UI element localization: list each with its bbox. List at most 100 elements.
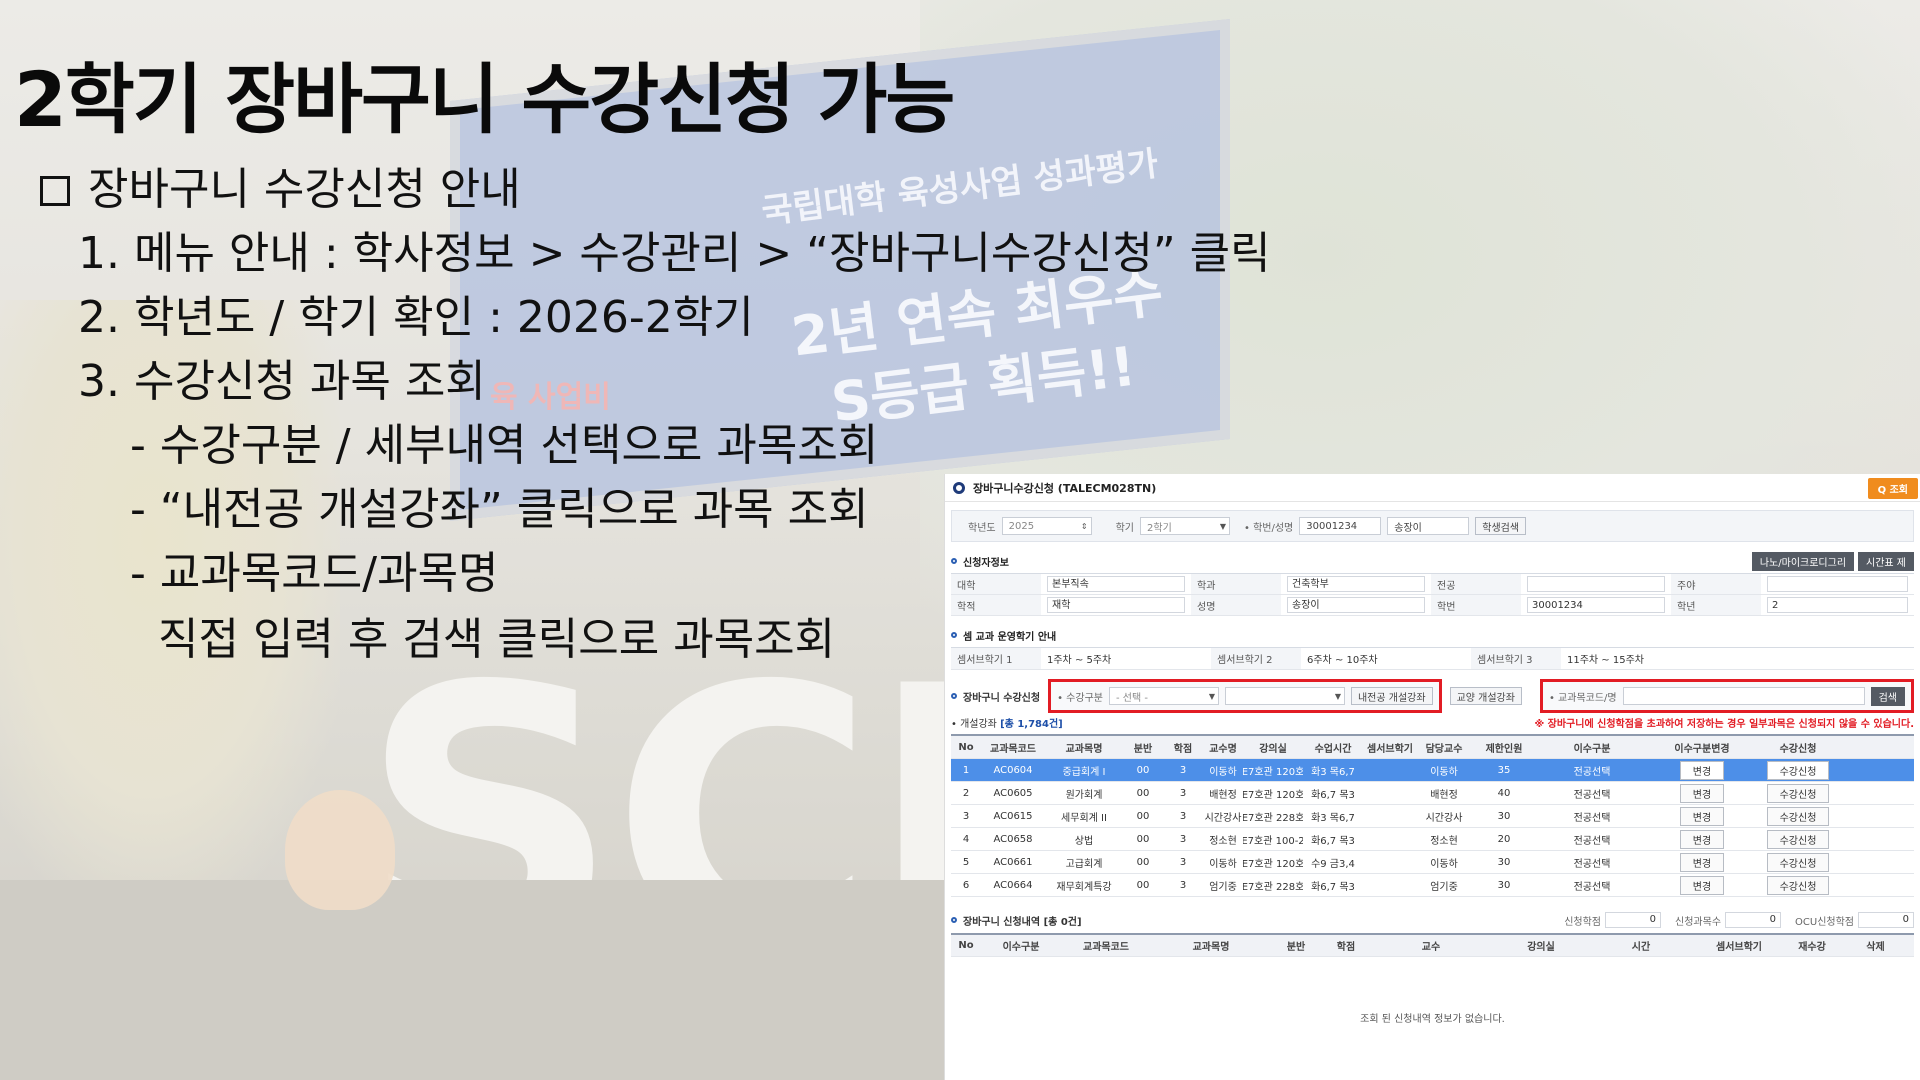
cart-summary-bar: 장바구니 신청내역 [총 0건] 신청학점 0 신청과목수 0 OCU신청학점 … (951, 909, 1914, 931)
change-category-button[interactable]: 변경 (1679, 852, 1725, 872)
col-header: 셈서브학기 (1367, 743, 1413, 755)
top-search-button[interactable]: Q 조회 (1867, 478, 1918, 499)
change-category-button[interactable]: 변경 (1679, 829, 1725, 849)
table-row[interactable]: 5 AC0661 고급회계 00 3 이동하 E7호관 120호 수9 금3,4 이동하 30 전공… (951, 851, 1914, 874)
timetable-button[interactable]: 시간표 제 (1858, 551, 1914, 571)
applicant-section-header: 신청자정보 나노/마이크로디그리 시간표 제 (951, 551, 1914, 571)
table-cell: 수강신청 (1757, 851, 1839, 873)
term-select[interactable]: 2학기 ▼ (1140, 517, 1231, 535)
table-cell: 원가회계 (1065, 789, 1103, 801)
my-major-courses-button[interactable]: 내전공 개설강좌 (1350, 687, 1433, 705)
enroll-button[interactable]: 수강신청 (1766, 875, 1830, 895)
spinner-arrows-icon: ⇕ (1080, 521, 1088, 531)
slide-line-6: - 교과목코드/과목명 (130, 548, 499, 599)
enroll-button[interactable]: 수강신청 (1766, 829, 1830, 849)
change-category-button[interactable]: 변경 (1679, 783, 1725, 803)
filter-bar: 학년도 2025 ⇕ 학기 2학기 ▼ • 학번/성명 30001234 송장이… (951, 510, 1914, 542)
change-category-button[interactable]: 변경 (1679, 806, 1725, 826)
table-cell: 00 (1136, 810, 1150, 822)
ocu-credit-label: OCU신청학점 (1795, 916, 1854, 928)
chevron-down-icon: ▼ (1208, 691, 1215, 701)
info-key: 주야 (1671, 574, 1761, 595)
change-category-button[interactable]: 변경 (1679, 760, 1725, 780)
liberal-courses-button[interactable]: 교양 개설강좌 (1449, 687, 1522, 705)
code-search-input[interactable] (1622, 687, 1865, 705)
cart-list-title: 장바구니 신청내역 [총 0건] (963, 916, 1082, 928)
detail-select[interactable]: ▼ (1224, 687, 1345, 705)
enroll-button[interactable]: 수강신청 (1766, 852, 1830, 872)
semester-info-grid: 셈서브학기 1 1주차 ~ 5주차 셈서브학기 2 6주차 ~ 10주차 셈서브… (951, 647, 1914, 670)
applicant-info-grid: 대학 본부직속 학과 건축학부 전공 주야 학적 재학 성명 송장이 학번 30… (951, 573, 1914, 616)
table-row[interactable]: 2 AC0605 원가회계 00 3 배현정 E7호관 120호 화6,7 목3 배현정 40 전공… (951, 782, 1914, 805)
year-spinner[interactable]: 2025 ⇕ (1001, 517, 1092, 535)
enroll-button[interactable]: 수강신청 (1766, 760, 1830, 780)
col-header: 교과목명 (1192, 942, 1230, 953)
slide-heading-text: 장바구니 수강신청 안내 (88, 164, 521, 215)
stone-base (0, 880, 960, 1080)
table-cell: E7호관 120호 (1243, 789, 1303, 801)
col-header: 이수구분 (1573, 743, 1611, 755)
table-cell: 세무회계 II (1061, 812, 1107, 824)
table-cell (1363, 874, 1417, 896)
table-cell: 배현정 (1209, 789, 1237, 801)
semester-section-title: 셈 교과 운영학기 안내 (963, 631, 1057, 643)
cart-search-bar: 장바구니 수강신청 • 수강구분 - 선택 - ▼ ▼ 내전공 개설강좌 교양 … (951, 678, 1914, 714)
table-cell: 1 (962, 764, 970, 776)
change-category-button[interactable]: 변경 (1679, 875, 1725, 895)
student-name-field[interactable]: 송장이 (1387, 517, 1470, 535)
col-header: 교과목코드 (990, 743, 1036, 755)
empty-cart-message: 조회 된 신청내역 정보가 없습니다. (1360, 1013, 1505, 1025)
credit-label: 신청학점 (1564, 916, 1602, 928)
student-id-field[interactable]: 30001234 (1299, 517, 1382, 535)
app-title: 장바구니수강신청 (TALECM028TN) (973, 481, 1157, 495)
slide-line-5: - “내전공 개설강좌” 클릭으로 과목 조회 (130, 484, 869, 535)
info-value: 본부직속 (1047, 576, 1185, 592)
col-header: 수업시간 (1314, 743, 1352, 755)
col-header: 강의실 (1527, 942, 1555, 953)
slide-line-2: 2. 학년도 / 학기 확인 : 2026-2학기 (78, 292, 754, 343)
table-cell: 4 (962, 833, 970, 845)
table-row[interactable]: 6 AC0664 재무회계특강 00 3 엄기중 E7호관 228호 화6,7 목3 엄기중 30… (951, 874, 1914, 897)
table-header-row: No 교과목코드 교과목명 분반 학점 교수명 강의실 수업시간 셈서브학기 담… (951, 736, 1914, 759)
table-cell: 상법 (1074, 835, 1094, 847)
term-label: 학기 (1115, 522, 1135, 534)
info-value (1527, 576, 1665, 592)
col-header: 담당교수 (1425, 743, 1463, 755)
category-select[interactable]: - 선택 - ▼ (1108, 687, 1219, 705)
nano-degree-button[interactable]: 나노/마이크로디그리 (1751, 551, 1855, 571)
col-header: 재수강 (1798, 942, 1826, 953)
info-value: 재학 (1047, 597, 1185, 613)
enroll-button[interactable]: 수강신청 (1766, 783, 1830, 803)
table-cell: AC0615 (993, 810, 1033, 822)
table-cell: E7호관 120호 (1243, 858, 1303, 870)
student-search-button[interactable]: 학생검색 (1475, 517, 1527, 535)
table-cell (1363, 759, 1417, 781)
col-header: 교수명 (1209, 743, 1237, 755)
cart-warning: ※ 장바구니에 신청학점을 초과하여 저장하는 경우 일부과목은 신청되지 않을… (1534, 718, 1914, 730)
term-value: 2학기 (1147, 522, 1172, 534)
table-cell: 시간강사 (1204, 812, 1242, 824)
section-dot-icon (951, 693, 957, 699)
table-row[interactable]: 1 AC0604 중급회계 I 00 3 이동하 E7호관 120호 화3 목6,7 이동하 35… (951, 759, 1914, 782)
table-cell: 수강신청 (1757, 782, 1839, 804)
table-cell: 5 (962, 856, 970, 868)
table-row[interactable]: 3 AC0615 세무회계 II 00 3 시간강사 E7호관 228호 화3 목6,7 시간강… (951, 805, 1914, 828)
enroll-button[interactable]: 수강신청 (1766, 806, 1830, 826)
table-cell: 화6,7 목3 (1311, 835, 1355, 847)
slide-line-4: - 수강구분 / 세부내역 선택으로 과목조회 (130, 420, 879, 471)
col-header: No (958, 741, 974, 753)
ocu-credit-value: 0 (1858, 912, 1914, 928)
table-cell: 3 (1179, 787, 1187, 799)
sem-key: 셈서브학기 2 (1211, 648, 1301, 670)
code-search-button[interactable]: 검색 (1870, 686, 1905, 706)
cart-list-table: No 이수구분 교과목코드 교과목명 분반 학점 교수 강의실 시간 셈서브학기… (951, 933, 1914, 1077)
table-row[interactable]: 4 AC0658 상법 00 3 정소현 E7호관 100-2 화6,7 목3 정소현 20 전공선… (951, 828, 1914, 851)
info-key: 성명 (1191, 595, 1281, 616)
col-header: 교수 (1421, 942, 1441, 953)
info-key: 학년 (1671, 595, 1761, 616)
code-search-highlight-box: • 교과목코드/명 검색 (1539, 679, 1914, 713)
table-cell: AC0605 (993, 787, 1033, 799)
table-cell: 수강신청 (1757, 828, 1839, 850)
table-cell (1363, 805, 1417, 827)
table-cell: 전공선택 (1573, 766, 1611, 778)
